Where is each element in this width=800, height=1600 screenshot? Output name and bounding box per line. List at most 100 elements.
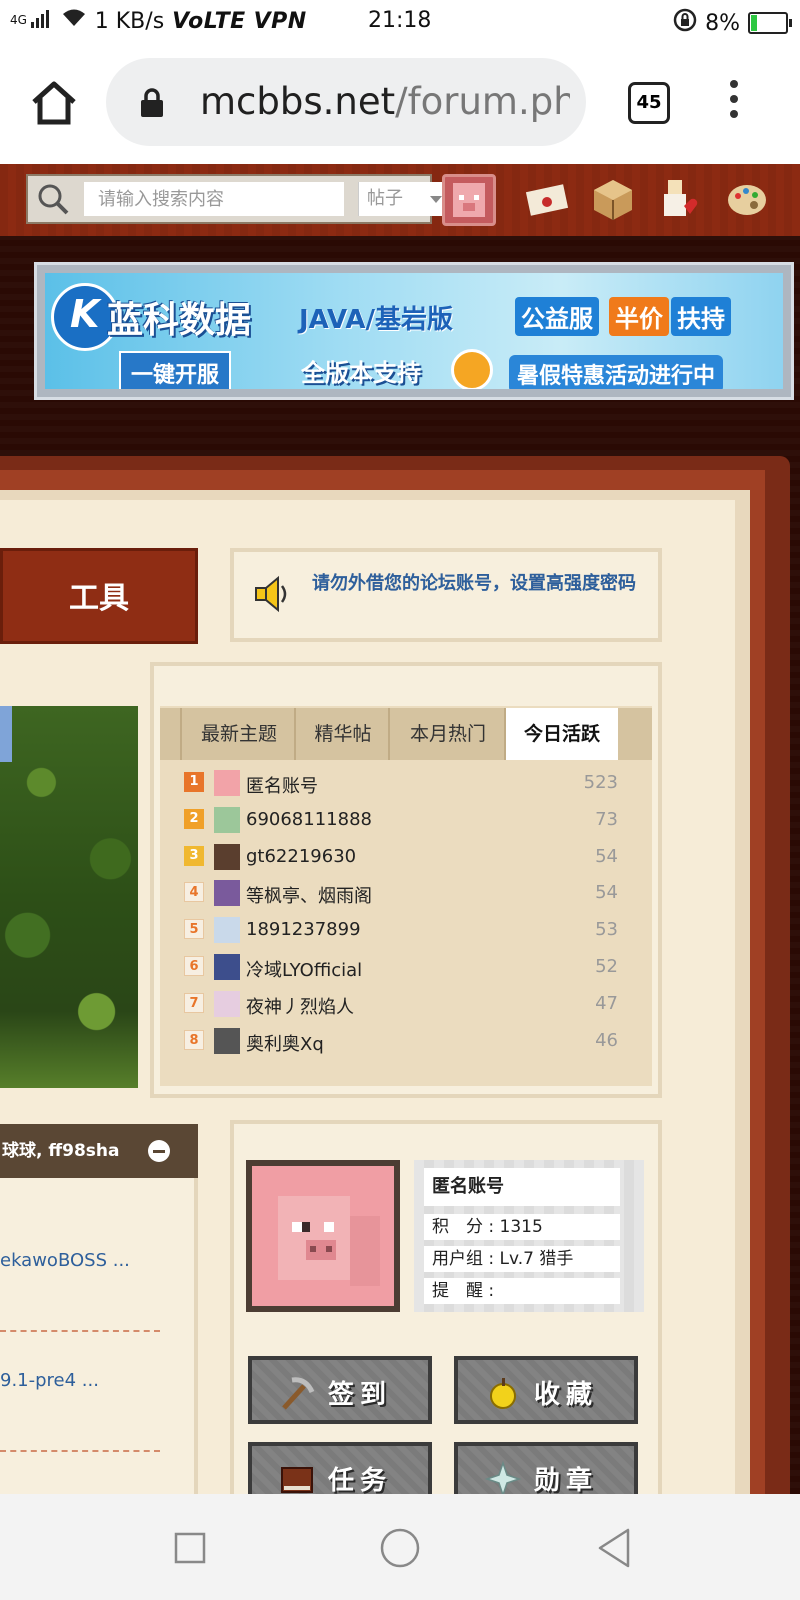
rank-count: 54: [595, 845, 618, 867]
rank-username[interactable]: 69068111888: [246, 809, 372, 830]
banner-all-versions: 全版本支持: [301, 359, 421, 387]
points-label: 积 分: [432, 1217, 483, 1237]
lock-icon: [140, 88, 164, 122]
recent-apps-icon[interactable]: [174, 1532, 206, 1568]
network-type: 4G: [10, 13, 27, 27]
ranking-row[interactable]: 8 奥利奥Xq 46: [178, 1024, 618, 1061]
search-icon[interactable]: [36, 182, 70, 220]
browser-toolbar: mcbbs.net/forum.ph 45: [0, 42, 800, 164]
rank-count: 73: [595, 808, 618, 830]
url-path: /forum.ph: [395, 80, 570, 123]
rank-username[interactable]: gt62219630: [246, 846, 356, 867]
notice-text[interactable]: 请勿外借您的论坛账号，设置高强度密码: [312, 572, 642, 595]
ranking-row[interactable]: 5 1891237899 53: [178, 913, 618, 950]
medals-label: 勋章: [534, 1466, 599, 1496]
thread-link[interactable]: ekawoBOSS ...: [0, 1250, 130, 1271]
banner-brand: 蓝科数据: [107, 300, 252, 341]
battery-icon: [748, 12, 792, 34]
user-avatar-icon[interactable]: [214, 843, 240, 870]
rank-badge: 2: [184, 808, 204, 829]
ranking-row[interactable]: 7 夜神丿烈焰人 47: [178, 987, 618, 1024]
collapse-icon[interactable]: [148, 1140, 170, 1162]
search-input[interactable]: [84, 182, 344, 216]
search-type-value: 帖子: [367, 188, 403, 209]
user-avatar-icon[interactable]: [214, 1027, 240, 1054]
rank-username[interactable]: 等枫亭、烟雨阁: [246, 882, 372, 908]
volte-indicator: VoLTE: [172, 8, 246, 34]
featured-image[interactable]: [0, 706, 138, 1088]
rank-username[interactable]: 匿名账号: [246, 772, 318, 798]
hot-panel: 最新主题 精华帖 本月热门 今日活跃 1 匿名账号 523 2 69068111888 7…: [150, 662, 662, 1098]
rank-username[interactable]: 夜神丿烈焰人: [246, 993, 354, 1019]
favorites-button[interactable]: 收藏: [454, 1356, 638, 1424]
ad-banner[interactable]: K 蓝科数据 JAVA/基岩版 公益服 半价 扶持 一键开服 全版本支持 暑假特…: [34, 262, 794, 400]
ranking-row[interactable]: 4 等枫亭、烟雨阁 54: [178, 876, 618, 913]
banner-one-click: 一键开服: [119, 351, 232, 389]
user-points: 积 分 : 1315: [424, 1214, 620, 1240]
checkin-label: 签到: [328, 1380, 393, 1410]
group-value[interactable]: Lv.7 猎手: [500, 1249, 574, 1269]
notice-box: 请勿外借您的论坛账号，设置高强度密码: [230, 548, 662, 642]
tasks-label: 任务: [328, 1466, 393, 1496]
banner-public: 公益服: [515, 297, 599, 336]
tab-latest[interactable]: 最新主题: [180, 708, 296, 760]
user-avatar-icon[interactable]: [214, 770, 240, 796]
back-icon[interactable]: [596, 1528, 632, 1572]
url-text: mcbbs.net/forum.ph: [200, 80, 570, 123]
ranking-row[interactable]: 6 冷域LYOfficial 52: [178, 950, 618, 987]
golden-apple-icon: [490, 1378, 516, 1409]
user-avatar-button[interactable]: [442, 174, 496, 226]
battery-percent: 8%: [705, 10, 740, 36]
hot-tab-bar: 最新主题 精华帖 本月热门 今日活跃: [160, 708, 652, 760]
banner-summer-promo: 暑假特惠活动进行中: [509, 355, 724, 389]
tab-featured[interactable]: 精华帖: [294, 708, 390, 760]
ranking-row[interactable]: 2 69068111888 73: [178, 803, 618, 840]
ranking-row[interactable]: 1 匿名账号 523: [178, 766, 618, 803]
palette-icon[interactable]: [724, 176, 770, 222]
pig-avatar-icon: [252, 1166, 394, 1306]
forum-top-bar: 帖子: [0, 164, 800, 236]
checkin-button[interactable]: 签到: [248, 1356, 432, 1424]
user-avatar[interactable]: [246, 1160, 400, 1312]
rank-badge: 8: [184, 1029, 204, 1050]
home-nav-icon[interactable]: [380, 1528, 420, 1572]
rank-username[interactable]: 冷域LYOfficial: [246, 956, 362, 982]
more-menu-icon[interactable]: [728, 80, 740, 126]
banner-java: JAVA/基岩版: [299, 305, 454, 335]
user-panel: 匿名账号 积 分 : 1315 用户组 : Lv.7 猎手 提 醒 : 签到 收…: [230, 1120, 662, 1520]
user-avatar-icon[interactable]: [214, 990, 240, 1017]
rank-badge: 3: [184, 845, 204, 866]
points-value: 1315: [499, 1217, 543, 1237]
username[interactable]: 匿名账号: [424, 1168, 620, 1206]
mail-icon[interactable]: [524, 176, 570, 222]
rank-count: 523: [583, 772, 618, 793]
profile-heart-icon[interactable]: [656, 176, 702, 222]
home-icon[interactable]: [28, 78, 80, 130]
pickaxe-icon: [282, 1377, 315, 1410]
tab-monthly-hot[interactable]: 本月热门: [388, 708, 506, 760]
android-nav-bar: [0, 1494, 800, 1600]
user-avatar-icon[interactable]: [214, 806, 240, 833]
chevron-down-icon: [430, 196, 442, 209]
user-avatar-icon[interactable]: [214, 880, 240, 907]
star-icon: [484, 1460, 522, 1498]
signal-icon: 4G: [10, 10, 53, 28]
favorites-label: 收藏: [534, 1380, 599, 1410]
rank-badge: 4: [184, 882, 204, 903]
rank-count: 52: [595, 956, 618, 977]
tools-button[interactable]: 工具: [0, 548, 198, 644]
ranking-row[interactable]: 3 gt62219630 54: [178, 840, 618, 877]
search-type-select[interactable]: 帖子: [358, 182, 452, 216]
rank-username[interactable]: 奥利奥Xq: [246, 1030, 324, 1056]
address-bar[interactable]: mcbbs.net/forum.ph: [106, 58, 586, 146]
tab-today-active[interactable]: 今日活跃: [504, 708, 618, 760]
crafting-table-icon[interactable]: [590, 176, 636, 222]
rotation-lock-icon: [673, 8, 697, 38]
rank-username[interactable]: 1891237899: [246, 919, 361, 940]
thread-link[interactable]: 9.1-pre4 ...: [0, 1370, 99, 1391]
tab-switcher-button[interactable]: 45: [628, 82, 670, 124]
rank-badge: 7: [184, 992, 204, 1013]
user-avatar-icon[interactable]: [214, 917, 240, 944]
network-speed: 1 KB/s: [94, 8, 165, 34]
user-avatar-icon[interactable]: [214, 954, 240, 980]
